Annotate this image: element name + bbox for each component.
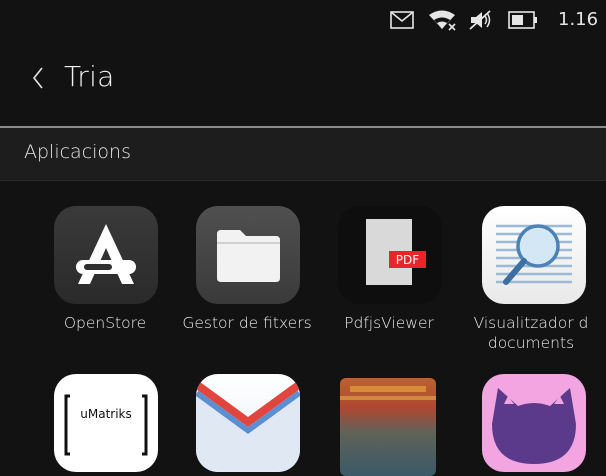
app-grid: OpenStore Gestor de fitxers PDF PdfjsVie…: [0, 180, 606, 476]
pdf-icon: PDF: [338, 206, 442, 304]
chevron-left-icon: [32, 67, 43, 89]
section-header: Aplicacions: [0, 128, 606, 181]
page-title: Tria: [64, 60, 115, 93]
speaker-muted-icon: [469, 10, 491, 30]
status-clock: 1.16: [558, 9, 599, 30]
status-bar: 1.16: [0, 0, 606, 40]
app-label: OpenStore: [63, 314, 147, 332]
mail-icon: [196, 374, 300, 472]
section-title: Aplicacions: [24, 141, 131, 163]
back-button[interactable]: [28, 60, 52, 96]
umatriks-icon: uMatriks: [54, 374, 158, 472]
painting-icon: [340, 378, 436, 476]
app-label: PdfjsViewer: [344, 314, 434, 332]
openstore-icon: [54, 206, 158, 304]
cat-icon: [482, 374, 586, 472]
app-label: Visualitzador d documents: [473, 314, 589, 352]
envelope-icon: [390, 11, 414, 29]
page-header: Tria: [0, 40, 606, 126]
document-viewer-icon: [482, 206, 586, 304]
umatriks-text: uMatriks: [80, 407, 132, 421]
app-label: Gestor de fitxers: [182, 314, 312, 332]
pdf-badge: PDF: [396, 253, 419, 267]
folder-icon: [196, 206, 300, 304]
wifi-icon: [429, 10, 456, 31]
battery-icon: [508, 11, 537, 29]
